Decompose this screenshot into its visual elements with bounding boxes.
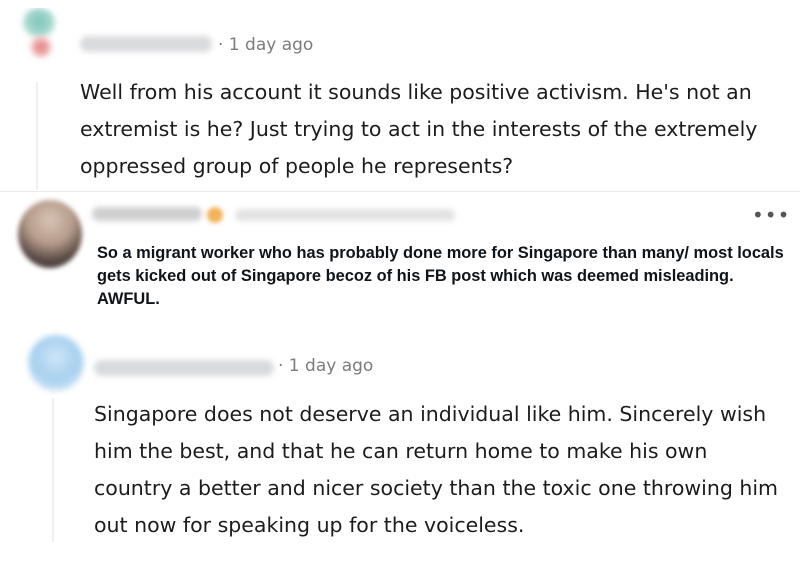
thread-line[interactable]: [36, 82, 38, 190]
tweet-handle-redacted[interactable]: [235, 209, 455, 221]
avatar-blur-bottom: [30, 36, 52, 58]
tweet-display-name-redacted[interactable]: [92, 207, 202, 221]
tweet-avatar[interactable]: [18, 200, 82, 268]
more-options-icon[interactable]: •••: [752, 205, 790, 225]
section-divider: [0, 191, 800, 192]
username-redacted[interactable]: [94, 360, 274, 376]
comment-timestamp[interactable]: · 1 day ago: [278, 355, 373, 377]
comment-body: Singapore does not deserve an individual…: [94, 402, 779, 537]
avatar-blur-top: [22, 8, 56, 38]
avatar[interactable]: [28, 335, 84, 391]
comment-body: Well from his account it sounds like pos…: [80, 80, 758, 178]
avatar[interactable]: [12, 8, 62, 68]
emoji-icon: [207, 207, 223, 223]
comment-timestamp[interactable]: · 1 day ago: [218, 34, 313, 56]
tweet-text: So a migrant worker who has probably don…: [97, 244, 784, 308]
thread-line[interactable]: [52, 398, 54, 542]
username-redacted[interactable]: [80, 36, 212, 52]
